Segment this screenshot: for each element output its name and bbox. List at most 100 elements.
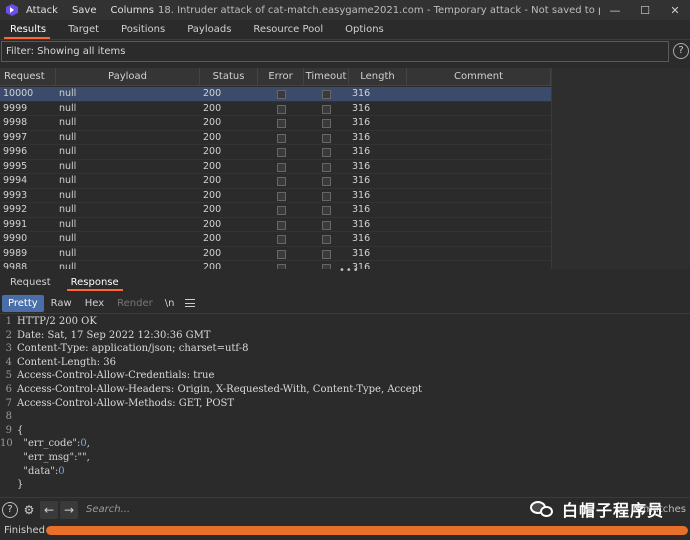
- tab-response[interactable]: Response: [61, 277, 129, 291]
- cell-payload: null: [59, 88, 77, 99]
- help-icon[interactable]: ?: [673, 43, 689, 59]
- table-row[interactable]: 9989 null 200 316: [0, 247, 551, 261]
- tab-hex[interactable]: Hex: [79, 295, 110, 312]
- line-number: 6: [5, 383, 12, 395]
- tab-render[interactable]: Render: [111, 295, 159, 312]
- cell-length: 316: [352, 88, 371, 99]
- tab-request[interactable]: Request: [0, 277, 61, 291]
- tab-positions[interactable]: Positions: [111, 24, 177, 39]
- response-line: 3 Content-Type: application/json; charset…: [0, 342, 690, 356]
- timeout-checkbox: [322, 90, 331, 99]
- json-value-data: 0: [58, 465, 65, 477]
- table-row[interactable]: 9996 null 200 316: [0, 145, 551, 160]
- tab-target[interactable]: Target: [58, 24, 111, 39]
- table-row[interactable]: 9992 null 200 316: [0, 203, 551, 218]
- column-error[interactable]: Error: [258, 68, 304, 86]
- cell-status: 200: [203, 233, 222, 244]
- table-row[interactable]: 9999 null 200 316: [0, 102, 551, 116]
- line-number: 3: [5, 343, 12, 355]
- column-request[interactable]: Request ⌵: [0, 68, 56, 100]
- error-checkbox: [277, 235, 286, 244]
- gear-icon[interactable]: ⚙: [20, 501, 38, 519]
- cell-status: 200: [203, 102, 222, 114]
- table-row[interactable]: 9990 null 200 316: [0, 232, 551, 247]
- cell-status: 200: [203, 247, 222, 259]
- timeout-checkbox: [322, 148, 331, 157]
- cell-request: 9992: [3, 204, 28, 215]
- column-timeout[interactable]: Timeout: [304, 68, 349, 86]
- line-number: 8: [5, 411, 12, 423]
- search-input[interactable]: [84, 500, 504, 519]
- table-row[interactable]: 9988 null 200 316: [0, 261, 551, 269]
- line-number: 7: [5, 397, 12, 409]
- menu-icon[interactable]: [180, 295, 200, 312]
- json-key-err-code: "err_code": [23, 438, 77, 450]
- table-body: 10000 null 200 316 9999 null 200 316 9998 null 200…: [0, 87, 551, 269]
- tab-raw[interactable]: Raw: [45, 295, 78, 312]
- response-line: 1 HTTP/2 200 OK: [0, 315, 690, 329]
- json-key-err-msg: "err_msg": [23, 451, 75, 463]
- maximize-icon[interactable]: ☐: [630, 4, 660, 17]
- table-row[interactable]: 9998 null 200 316: [0, 116, 551, 131]
- error-checkbox: [277, 249, 286, 259]
- cell-length: 316: [352, 131, 371, 143]
- arrow-right-icon[interactable]: →: [60, 500, 78, 519]
- response-line: 7 Access-Control-Allow-Methods: GET, POST: [0, 397, 690, 411]
- tab-results[interactable]: Results: [0, 24, 58, 39]
- line-number: 9: [5, 424, 12, 436]
- cell-request: 9996: [3, 146, 28, 157]
- table-row[interactable]: 9991 null 200 316: [0, 218, 551, 232]
- table-row[interactable]: 9993 null 200 316: [0, 189, 551, 203]
- tab-options[interactable]: Options: [335, 24, 396, 39]
- help-icon[interactable]: ?: [2, 501, 18, 518]
- cell-status: 200: [203, 88, 222, 99]
- tab-payloads[interactable]: Payloads: [177, 24, 243, 39]
- cell-payload: null: [59, 146, 77, 157]
- timeout-checkbox: [322, 191, 331, 201]
- json-value-err-msg: "": [77, 451, 87, 463]
- response-editor[interactable]: 1 HTTP/2 200 OK 2 Date: Sat, 17 Sep 2022 12…: [0, 315, 690, 497]
- response-line: 6 Access-Control-Allow-Headers: Origin, X…: [0, 383, 690, 397]
- arrow-left-icon[interactable]: ←: [40, 500, 58, 519]
- minimize-icon[interactable]: —: [600, 4, 630, 17]
- close-icon[interactable]: ✕: [660, 4, 690, 17]
- tab-pretty[interactable]: Pretty: [2, 295, 44, 312]
- newline-toggle[interactable]: \n: [160, 295, 180, 312]
- cell-payload: null: [59, 175, 77, 186]
- table-header: Request ⌵ Payload Status Error Timeout L…: [0, 68, 551, 100]
- menu-save[interactable]: Save: [72, 5, 97, 16]
- cell-status: 200: [203, 146, 222, 157]
- column-comment[interactable]: Comment: [407, 68, 551, 86]
- cell-status: 200: [203, 175, 222, 186]
- column-status[interactable]: Status: [200, 68, 258, 86]
- timeout-checkbox: [322, 249, 331, 259]
- cell-length: 316: [352, 218, 371, 230]
- cell-request: 9994: [3, 175, 28, 186]
- column-length[interactable]: Length: [349, 68, 407, 86]
- error-checkbox: [277, 148, 286, 157]
- window-controls: — ☐ ✕: [600, 0, 690, 20]
- cell-status: 200: [203, 131, 222, 143]
- progress-bar: [46, 526, 688, 535]
- table-row[interactable]: 9994 null 200 316: [0, 174, 551, 189]
- table-row[interactable]: 10000 null 200 316: [0, 87, 551, 102]
- cell-request: 9988: [3, 262, 28, 269]
- column-payload[interactable]: Payload: [56, 68, 200, 86]
- attack-tabs: Results Target Positions Payloads Resour…: [0, 20, 690, 40]
- progress-fill: [46, 526, 688, 535]
- table-row[interactable]: 9995 null 200 316: [0, 160, 551, 174]
- menu-attack[interactable]: Attack: [26, 5, 58, 16]
- line-number: 4: [5, 356, 12, 368]
- response-line: 9{: [0, 424, 690, 438]
- tab-resource-pool[interactable]: Resource Pool: [243, 24, 335, 39]
- filter-bar[interactable]: Filter: Showing all items: [1, 41, 669, 62]
- cell-length: 316: [352, 247, 371, 259]
- timeout-checkbox: [322, 235, 331, 244]
- response-line: 5 Access-Control-Allow-Credentials: true: [0, 369, 690, 383]
- table-row[interactable]: 9997 null 200 316: [0, 131, 551, 145]
- menu-columns[interactable]: Columns: [110, 5, 154, 16]
- response-line: 2 Date: Sat, 17 Sep 2022 12:30:36 GMT: [0, 329, 690, 343]
- cell-payload: null: [59, 131, 77, 143]
- cell-status: 200: [203, 218, 222, 230]
- json-key-data: "data": [23, 465, 55, 477]
